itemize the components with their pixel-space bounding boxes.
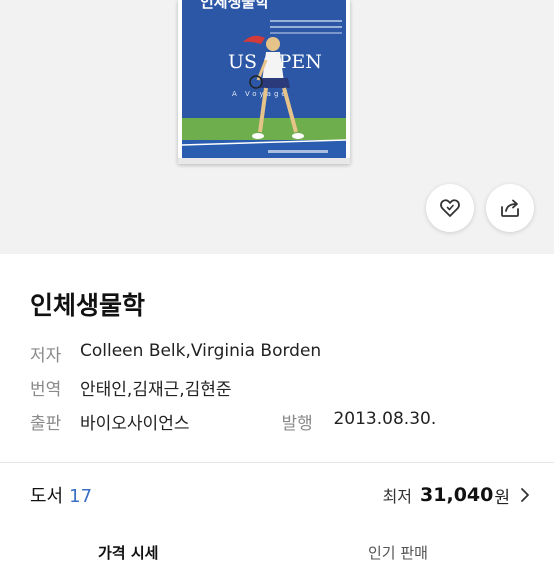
category-label: 도서 (30, 486, 64, 507)
section-divider (0, 462, 554, 463)
cover-sub-text: A Voyage (232, 90, 289, 98)
price-unit: 원 (494, 487, 510, 508)
share-button[interactable] (486, 184, 534, 232)
publisher-row: 출판 바이오사이언스 발행 2013.08.30. (30, 409, 436, 434)
translator-row: 번역 안태인,김재근,김현준 (30, 375, 232, 400)
like-button[interactable] (426, 184, 474, 232)
book-hero: 인체생물학 US OPEN A Voyage (0, 0, 554, 254)
pubdate-label: 발행 (281, 414, 313, 434)
cover-title-text: 인체생물학 (200, 0, 269, 11)
heart-icon (440, 199, 460, 217)
tab-bar: 가격 시세 인기 판매 (0, 532, 554, 562)
category-count: 17 (69, 486, 93, 507)
translator-label: 번역 (30, 380, 62, 400)
share-icon (501, 199, 519, 217)
summary-row[interactable]: 도서 17 최저 31,040 원 (30, 480, 530, 510)
tab-popular-sales[interactable]: 인기 판매 (368, 542, 428, 563)
book-cover-image[interactable]: 인체생물학 US OPEN A Voyage (178, 0, 350, 164)
publisher-value[interactable]: 바이오사이언스 (80, 409, 189, 434)
category-summary[interactable]: 도서 17 (30, 482, 92, 508)
author-row: 저자 Colleen Belk,Virginia Borden (30, 341, 321, 366)
book-title: 인체생물학 (30, 291, 146, 320)
lowest-price[interactable]: 최저 31,040 원 (383, 483, 530, 508)
publisher-label: 출판 (30, 414, 62, 434)
translator-value[interactable]: 안태인,김재근,김현준 (80, 375, 232, 400)
author-value[interactable]: Colleen Belk,Virginia Borden (80, 341, 321, 366)
price-label: 최저 (382, 487, 413, 506)
price-value: 31,040 (420, 484, 494, 506)
chevron-right-icon (521, 488, 529, 502)
pubdate-value: 2013.08.30. (333, 409, 437, 429)
author-label: 저자 (30, 346, 62, 366)
tab-price-trend[interactable]: 가격 시세 (98, 542, 158, 563)
